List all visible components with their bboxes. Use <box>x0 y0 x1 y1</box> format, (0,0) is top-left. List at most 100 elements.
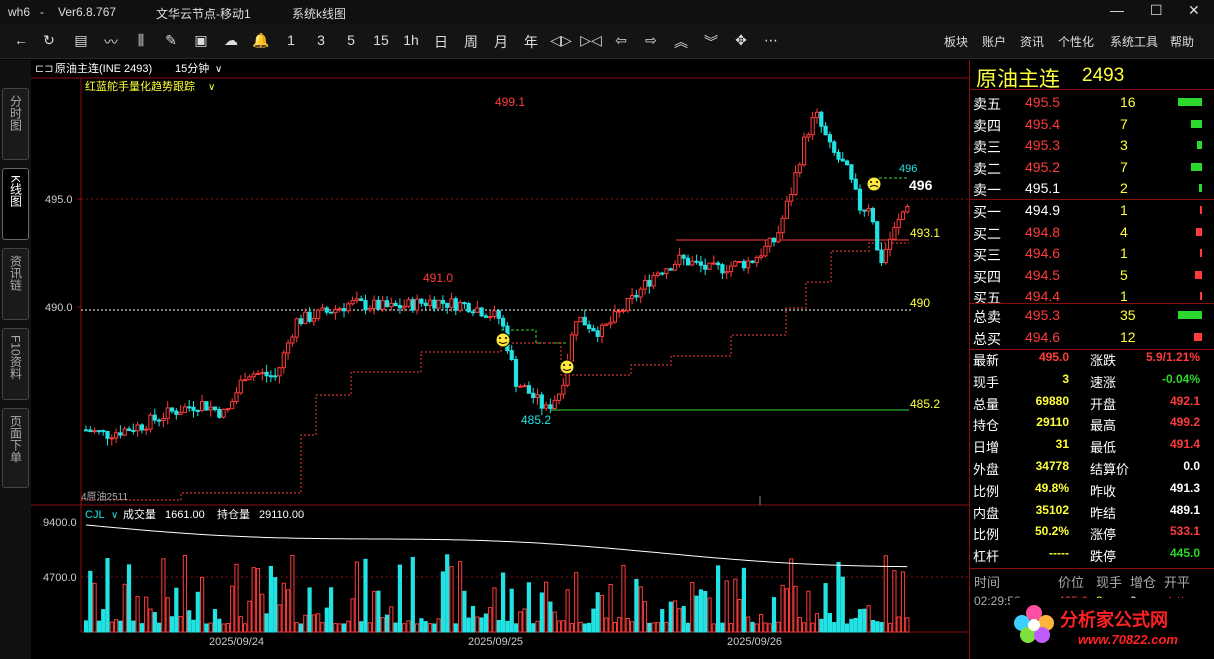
menu-personalize[interactable]: 个性化 <box>1058 33 1094 50</box>
line-chart-icon[interactable]: 〰 <box>100 32 122 52</box>
smiley-icon <box>495 332 511 348</box>
volume-bar <box>1199 184 1202 192</box>
stat-value: -0.04% <box>1161 371 1200 386</box>
tick-header-cell: 增仓 <box>1130 575 1157 590</box>
cursor-icon[interactable]: ✥ <box>730 32 752 49</box>
kline-chart[interactable]: ⊏⊐ 原油主连(INE 2493) 15分钟 ∨ 红蓝舵手量化趋势跟踪 ∨ 49… <box>31 60 969 650</box>
stat-label: 最新 <box>973 353 1000 368</box>
volume-bar <box>122 583 127 633</box>
volume-bar <box>114 619 119 633</box>
book-price: 495.2 <box>1025 158 1061 175</box>
indicator-chevron-icon[interactable]: ∨ <box>208 82 215 93</box>
candle-body <box>595 330 600 337</box>
scale-up-icon[interactable]: ︽ <box>670 32 692 52</box>
volume-bar <box>763 622 768 633</box>
period-year-button[interactable]: 年 <box>520 32 542 52</box>
zoom-in-icon[interactable]: ◁▷ <box>550 32 572 49</box>
volume-tick-high: 9400.0 <box>43 517 77 529</box>
volume-bar <box>1194 333 1202 341</box>
list-icon[interactable]: ▤ <box>70 32 92 49</box>
menu-system-tools[interactable]: 系统工具 <box>1110 33 1158 50</box>
stat-label: 总量 <box>973 396 1000 412</box>
tab-order[interactable]: 页面下单 <box>2 408 29 488</box>
tab-news-chain[interactable]: 资讯链 <box>2 248 29 320</box>
candle-body <box>165 407 170 420</box>
back-icon[interactable]: ← <box>10 32 32 48</box>
bid-row[interactable]: 买一 494.9 1 <box>970 200 1214 221</box>
scale-down-icon[interactable]: ︾ <box>700 32 722 52</box>
period-15-button[interactable]: 15 <box>370 32 392 48</box>
menu-news[interactable]: 资讯 <box>1020 33 1044 50</box>
minimize-button[interactable]: — <box>1110 2 1124 18</box>
candle-body <box>746 260 751 269</box>
period-day-button[interactable]: 日 <box>430 32 452 52</box>
candle-body <box>604 323 609 326</box>
ask-row[interactable]: 卖四 495.4 7 <box>970 114 1214 135</box>
total-sell-row[interactable]: 总卖 495.3 35 <box>970 305 1214 326</box>
zoom-out-icon[interactable]: ▷◁ <box>580 32 602 49</box>
ask-row[interactable]: 卖一 495.1 2 <box>970 178 1214 199</box>
bid-row[interactable]: 买二 494.8 4 <box>970 222 1214 243</box>
volume-bar <box>169 616 175 633</box>
book-label: 卖四 <box>973 117 1001 134</box>
smiley-icon <box>866 176 882 192</box>
bell-icon[interactable]: 🔔 <box>250 32 272 49</box>
bid-row[interactable]: 买四 494.5 5 <box>970 265 1214 286</box>
candle-body <box>591 327 596 332</box>
more-button[interactable]: ⋯ <box>760 32 782 49</box>
cloud-icon[interactable]: ☁ <box>220 32 242 49</box>
volume-bar <box>363 558 368 633</box>
book-price: 494.6 <box>1025 245 1061 261</box>
ask-row[interactable]: 卖二 495.2 7 <box>970 157 1214 178</box>
candle-body <box>83 429 89 432</box>
volume-value: 1661.00 <box>165 509 205 521</box>
candle-body <box>329 311 334 314</box>
volume-bar <box>492 587 497 633</box>
volume-bar <box>681 606 686 633</box>
candle-body <box>780 217 785 234</box>
candle-body <box>690 260 695 266</box>
ask-row[interactable]: 卖三 495.3 3 <box>970 135 1214 156</box>
volume-bar <box>410 556 415 633</box>
volume-bar <box>638 586 643 633</box>
period-5-button[interactable]: 5 <box>340 32 362 48</box>
refresh-icon[interactable]: ↻ <box>38 32 60 49</box>
volume-bar <box>668 601 673 633</box>
ask-row[interactable]: 卖五 495.5 16 <box>970 92 1214 113</box>
menu-sector[interactable]: 板块 <box>944 33 968 50</box>
tab-kline[interactable]: K线图 <box>2 168 29 240</box>
chevron-down-icon[interactable]: ∨ <box>215 64 222 75</box>
volume-chevron-icon[interactable]: ∨ <box>111 510 118 521</box>
volume-bar <box>591 608 596 633</box>
period-label[interactable]: 15分钟 <box>175 61 209 75</box>
period-week-button[interactable]: 周 <box>460 32 482 52</box>
maximize-button[interactable]: ☐ <box>1150 2 1163 19</box>
bid-row[interactable]: 买三 494.6 1 <box>970 243 1214 264</box>
candle-body <box>341 308 347 312</box>
menu-account[interactable]: 账户 <box>982 33 1006 50</box>
candlestick-icon[interactable]: ⫼ <box>130 32 152 49</box>
frame-icon[interactable]: ▣ <box>190 32 212 49</box>
move-right-icon[interactable]: ⇨ <box>640 32 662 49</box>
date-label-3: 2025/09/26 <box>727 636 782 648</box>
total-buy-row[interactable]: 总买 494.6 12 <box>970 327 1214 348</box>
close-button[interactable]: ✕ <box>1188 2 1200 19</box>
candle-body <box>204 401 209 411</box>
tab-timeshare[interactable]: 分时图 <box>2 88 29 160</box>
draw-tool-icon[interactable]: ✎ <box>160 32 182 49</box>
volume-bar <box>346 620 351 633</box>
tab-f10[interactable]: F10资料 <box>2 328 29 400</box>
period-3-button[interactable]: 3 <box>310 32 332 48</box>
move-left-icon[interactable]: ⇦ <box>610 32 632 49</box>
period-1-button[interactable]: 1 <box>280 32 302 48</box>
menu-help[interactable]: 帮助 <box>1170 33 1194 50</box>
volume-bar <box>419 618 424 633</box>
period-month-button[interactable]: 月 <box>490 32 512 52</box>
candle-body <box>148 414 153 430</box>
candle-body <box>771 237 777 243</box>
instrument-switch-icon[interactable]: ⊏⊐ <box>35 63 53 75</box>
volume-bar <box>587 622 592 633</box>
volume-indicator-label[interactable]: CJL <box>85 509 105 521</box>
period-1h-button[interactable]: 1h <box>400 32 422 48</box>
indicator-label[interactable]: 红蓝舵手量化趋势跟踪 <box>85 79 195 93</box>
